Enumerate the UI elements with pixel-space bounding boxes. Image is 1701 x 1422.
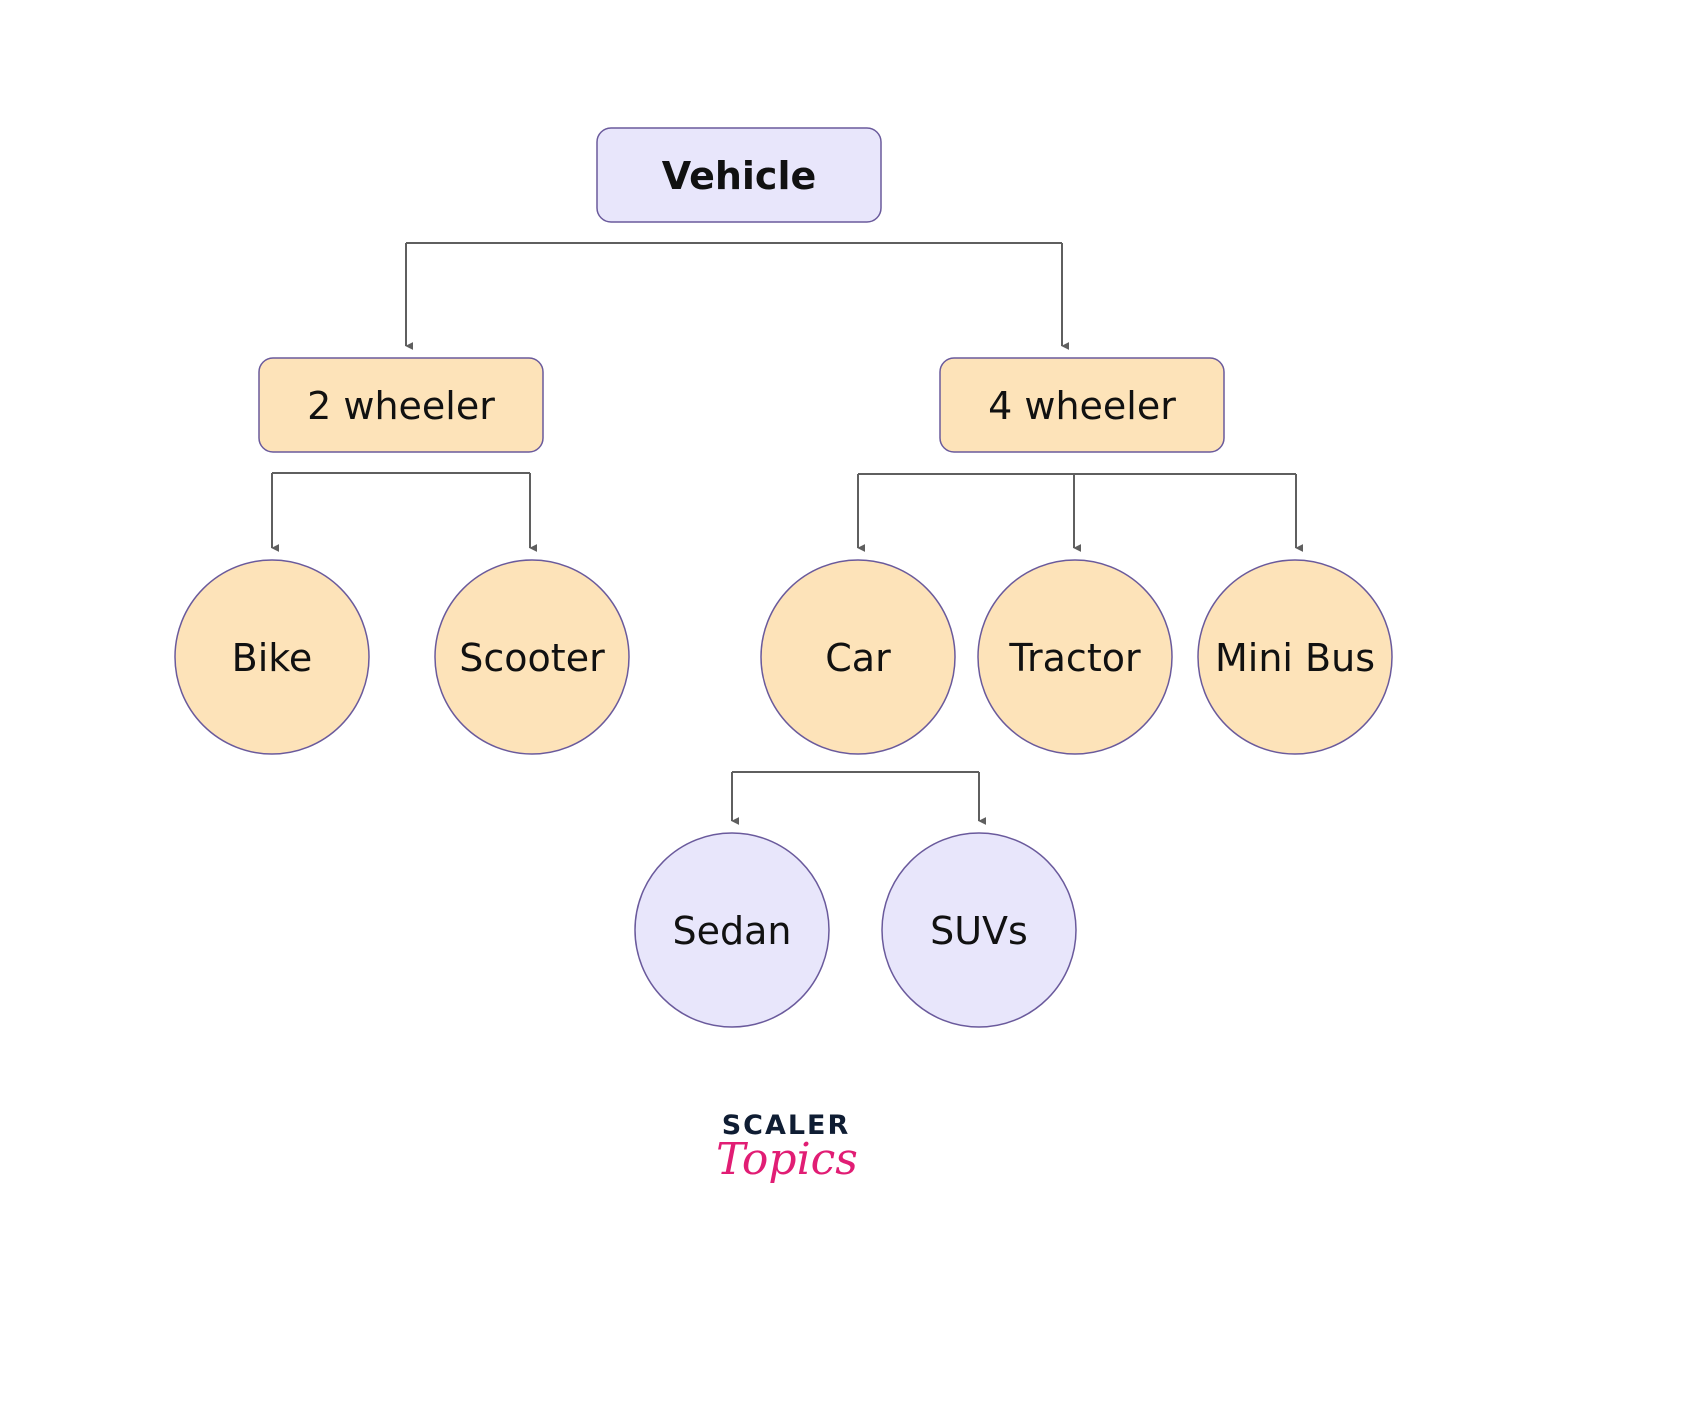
- node-two-wheeler: 2 wheeler: [258, 357, 544, 453]
- node-label: Tractor: [1008, 636, 1141, 680]
- node-label: 2 wheeler: [307, 384, 495, 428]
- connectors: [271, 242, 1304, 825]
- node-mini-bus: Mini Bus: [1197, 559, 1393, 755]
- node-four-wheeler: 4 wheeler: [939, 357, 1225, 453]
- hierarchy-diagram: Vehicle 2 wheeler 4 wheeler Bike Scooter Car T…: [174, 127, 1393, 1028]
- node-label: Car: [825, 636, 891, 680]
- node-label: Mini Bus: [1215, 636, 1375, 680]
- node-label: Scooter: [459, 636, 605, 680]
- node-label: 4 wheeler: [988, 384, 1176, 428]
- logo-topics-text: Topics: [716, 1134, 858, 1185]
- node-bike: Bike: [174, 559, 370, 755]
- node-suvs: SUVs: [881, 832, 1077, 1028]
- nodes: Vehicle 2 wheeler 4 wheeler Bike Scooter Car T…: [174, 127, 1393, 1028]
- node-label: Vehicle: [662, 154, 817, 198]
- node-vehicle: Vehicle: [596, 127, 882, 223]
- node-label: Bike: [232, 636, 313, 680]
- node-tractor: Tractor: [977, 559, 1173, 755]
- node-scooter: Scooter: [434, 559, 630, 755]
- node-label: Sedan: [673, 909, 792, 953]
- node-car: Car: [760, 559, 956, 755]
- node-sedan: Sedan: [634, 832, 830, 1028]
- scaler-topics-logo: SCALER Topics: [716, 1110, 858, 1185]
- node-label: SUVs: [930, 909, 1028, 953]
